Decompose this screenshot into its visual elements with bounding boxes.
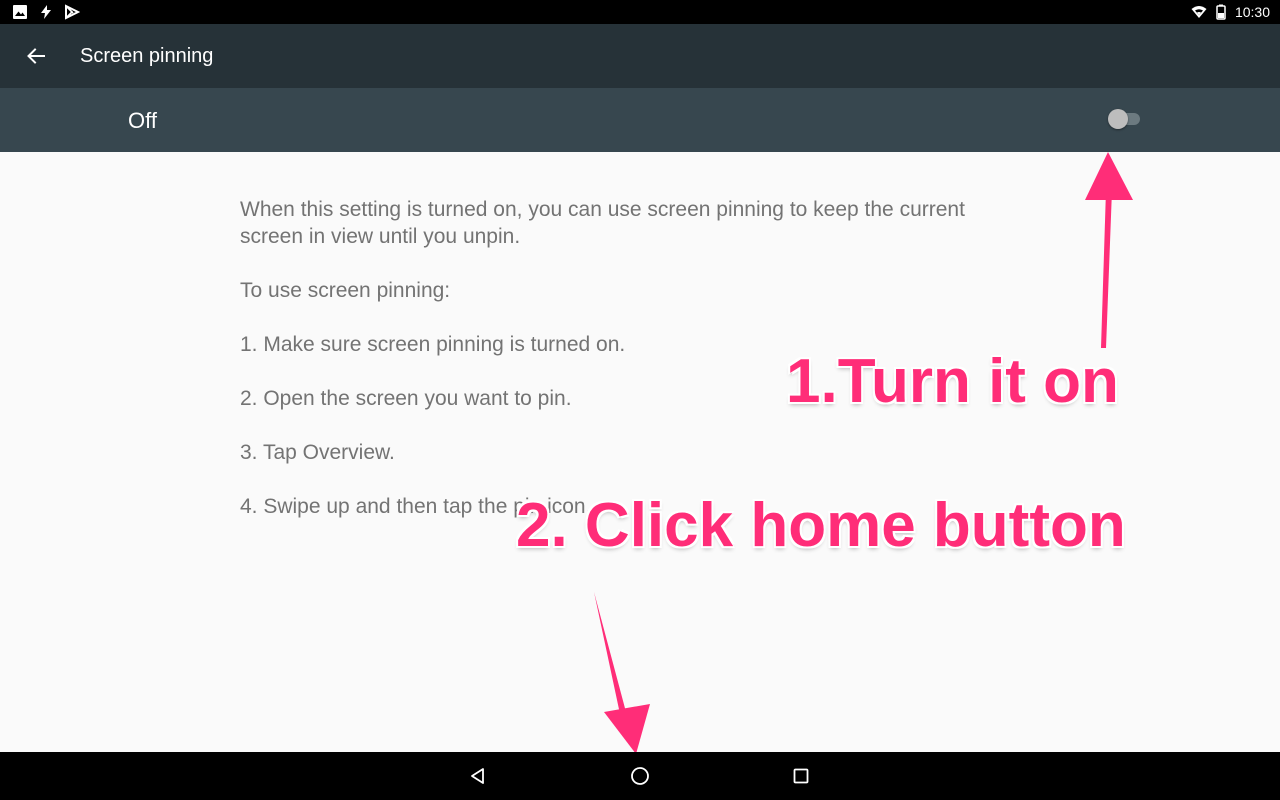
recents-square-icon	[793, 768, 809, 784]
page-title: Screen pinning	[80, 45, 214, 67]
image-icon	[13, 5, 27, 19]
step-3-text: 3. Tap Overview.	[240, 441, 395, 464]
usage-heading: To use screen pinning:	[240, 279, 451, 302]
toggle-thumb	[1108, 109, 1128, 129]
play-store-icon	[65, 4, 80, 20]
annotation-step-2: 2. Click home button	[516, 491, 1126, 560]
nav-back-button[interactable]	[458, 760, 498, 792]
status-system-icons: 10:30	[1191, 2, 1270, 22]
master-switch-bar[interactable]: Off	[0, 88, 1280, 152]
wifi-icon	[1191, 6, 1207, 18]
battery-icon	[1216, 4, 1226, 20]
nav-recents-button[interactable]	[781, 760, 821, 792]
status-notification-icons	[12, 4, 80, 20]
status-clock: 10:30	[1234, 4, 1270, 20]
status-bar: 10:30	[0, 0, 1280, 24]
switch-state-label: Off	[128, 108, 157, 133]
screen-pinning-toggle[interactable]	[1108, 108, 1142, 130]
nav-home-button[interactable]	[620, 760, 660, 792]
intro-paragraph: When this setting is turned on, you can …	[240, 198, 965, 248]
arrow-to-toggle	[1085, 152, 1133, 348]
back-button[interactable]	[18, 38, 54, 74]
arrow-back-icon	[27, 48, 45, 64]
arrow-to-home	[594, 592, 650, 754]
annotation-step-1: 1.Turn it on	[786, 347, 1119, 416]
settings-screen: 10:30 Screen pinning Off When this setti…	[0, 0, 1280, 800]
app-toolbar: Screen pinning	[0, 24, 1280, 88]
home-circle-icon	[631, 767, 649, 785]
flash-icon	[41, 5, 51, 19]
navigation-bar	[0, 752, 1280, 800]
back-triangle-icon	[471, 768, 484, 784]
